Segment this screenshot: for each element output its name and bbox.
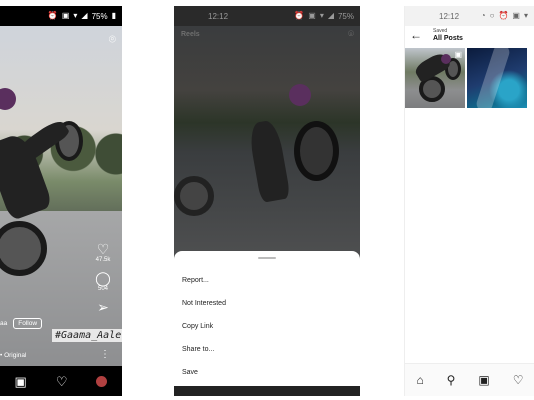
wifi-icon: ▾ bbox=[523, 11, 528, 20]
whatsapp-icon: ◔ bbox=[480, 11, 486, 20]
camera-icon[interactable]: ⌾ bbox=[348, 29, 354, 40]
follow-button[interactable]: Follow bbox=[13, 318, 43, 329]
menu-item-save[interactable]: Save bbox=[182, 369, 198, 376]
status-bar: 12:12 ◔ ○ ⏰ ▣ ▾ bbox=[405, 6, 534, 26]
reel-badge-icon: ▣ bbox=[454, 50, 462, 59]
reel-screen: ⏰ ▣ ▾ ◢ 75% ▮ ⌾ ♡ 47.5k ◯ 504 ➢ aa Follo… bbox=[0, 6, 122, 396]
status-time: 12:12 bbox=[208, 11, 229, 21]
back-arrow-icon[interactable]: ← bbox=[410, 29, 422, 41]
dimmed-reel-video bbox=[174, 26, 360, 256]
header-subtitle: Saved bbox=[433, 28, 448, 34]
menu-item-copy-link[interactable]: Copy Link bbox=[182, 323, 213, 330]
options-screen: 12:12 ⏰ ▣ ▾ ◢ 75% Reels ⌾ Report... Not … bbox=[174, 6, 360, 396]
sheet-handle[interactable] bbox=[258, 257, 276, 259]
bottom-nav: ⌂ ⚲ ▣ ♡ bbox=[405, 363, 534, 396]
battery-level: 75% bbox=[91, 11, 108, 21]
battery-icon: ▮ bbox=[111, 11, 116, 20]
bottom-nav: ▣ ♡ bbox=[0, 366, 122, 396]
message-icon: ▣ bbox=[512, 11, 520, 20]
heart-icon[interactable]: ♡ bbox=[88, 242, 118, 256]
activity-heart-icon[interactable]: ♡ bbox=[513, 374, 524, 386]
status-bar: 12:12 ⏰ ▣ ▾ ◢ 75% bbox=[174, 6, 360, 26]
battery-level: 75% bbox=[337, 11, 354, 21]
reels-title: Reels bbox=[181, 31, 200, 38]
comment-icon[interactable]: ◯ bbox=[88, 271, 118, 285]
menu-item-not-interested[interactable]: Not Interested bbox=[182, 300, 226, 307]
saved-grid: ▣ bbox=[405, 48, 527, 108]
alarm-icon: ⏰ bbox=[294, 11, 305, 20]
saved-post-thumbnail[interactable]: ▣ bbox=[405, 48, 465, 108]
hashtag-overlay: #Gaama_Aale bbox=[52, 329, 122, 342]
profile-avatar[interactable] bbox=[96, 375, 108, 387]
reel-actions: ♡ 47.5k ◯ 504 ➢ bbox=[88, 242, 118, 314]
message-icon: ▣ bbox=[308, 11, 316, 20]
reels-tab-icon[interactable]: ▣ bbox=[478, 374, 489, 386]
reels-tab-icon[interactable]: ▣ bbox=[15, 375, 27, 388]
reel-user-row: aa Follow bbox=[0, 318, 43, 329]
message-icon: ▣ bbox=[61, 11, 70, 20]
alarm-icon: ⏰ bbox=[498, 11, 509, 20]
wifi-icon: ▾ bbox=[319, 11, 324, 20]
saved-screen: 12:12 ◔ ○ ⏰ ▣ ▾ ← Saved All Posts ▣ ⌂ ⚲ … bbox=[404, 6, 534, 396]
status-bar: ⏰ ▣ ▾ ◢ 75% ▮ bbox=[0, 6, 122, 26]
status-time: 12:12 bbox=[439, 11, 460, 21]
page-title: All Posts bbox=[433, 35, 463, 42]
search-icon[interactable]: ⚲ bbox=[447, 374, 456, 386]
alarm-icon: ⏰ bbox=[47, 11, 58, 20]
saved-header: ← Saved All Posts bbox=[405, 26, 534, 48]
activity-heart-icon[interactable]: ♡ bbox=[56, 375, 68, 388]
like-count: 47.5k bbox=[95, 257, 111, 263]
menu-item-share[interactable]: Share to... bbox=[182, 346, 214, 353]
signal-icon: ◢ bbox=[327, 11, 334, 20]
wifi-icon: ▾ bbox=[73, 11, 78, 20]
home-icon[interactable]: ⌂ bbox=[416, 374, 423, 386]
camera-icon[interactable]: ⌾ bbox=[109, 32, 116, 47]
comment-count: 504 bbox=[97, 286, 108, 292]
options-sheet: Report... Not Interested Copy Link Share… bbox=[174, 251, 360, 391]
audio-label[interactable]: • Original bbox=[0, 352, 26, 359]
more-options-icon[interactable]: ⋮ bbox=[100, 349, 110, 360]
signal-icon: ◢ bbox=[81, 11, 88, 20]
circle-icon: ○ bbox=[489, 11, 495, 20]
saved-post-thumbnail[interactable] bbox=[467, 48, 527, 108]
system-nav-bar bbox=[174, 386, 360, 396]
username[interactable]: aa bbox=[0, 320, 7, 327]
menu-item-report[interactable]: Report... bbox=[182, 277, 209, 284]
send-icon[interactable]: ➢ bbox=[88, 300, 118, 314]
